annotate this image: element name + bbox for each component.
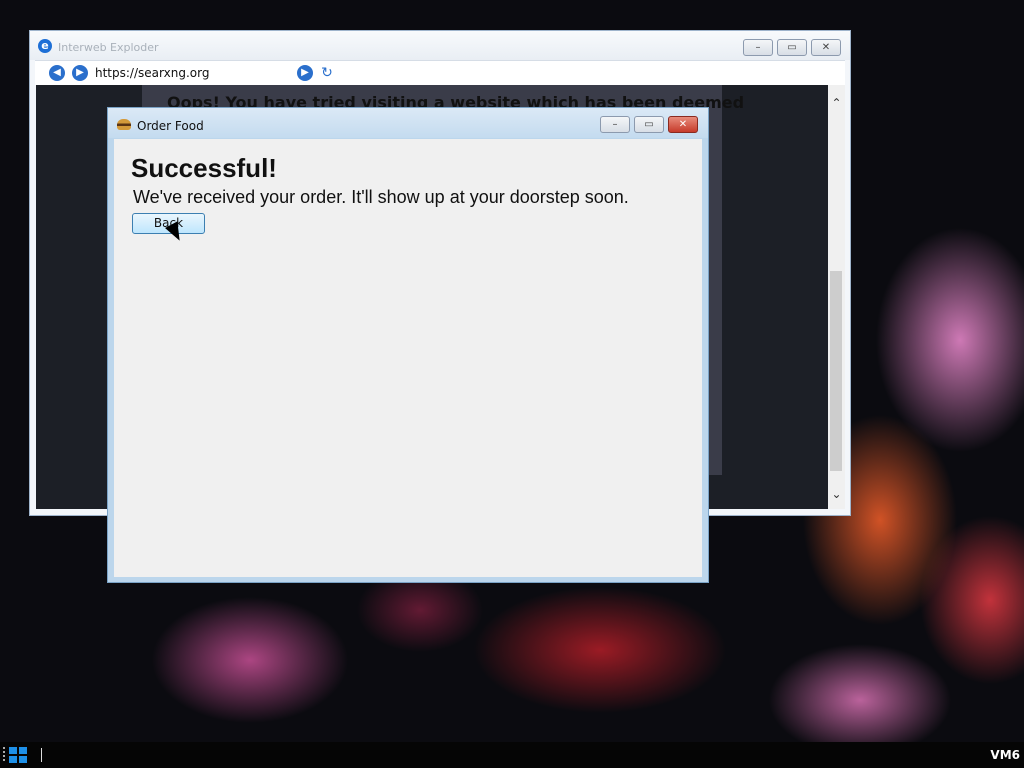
dialog-body: Successful! We've received your order. I… (114, 139, 702, 577)
browser-minimize-button[interactable]: – (743, 39, 773, 56)
vm-label: VM6 (990, 748, 1020, 762)
address-bar[interactable]: https://searxng.org (95, 66, 209, 80)
dialog-maximize-button[interactable]: ▭ (634, 116, 664, 133)
dialog-close-button[interactable]: ✕ (668, 116, 698, 133)
order-food-window: Order Food – ▭ ✕ Successful! We've recei… (107, 107, 709, 583)
forward-arrow-icon[interactable]: ▶ (72, 65, 88, 81)
browser-close-button[interactable]: ✕ (811, 39, 841, 56)
taskbar-separator (41, 748, 42, 762)
scroll-thumb[interactable] (830, 271, 842, 471)
go-arrow-icon[interactable]: ▶ (297, 65, 313, 81)
browser-titlebar[interactable]: e Interweb Exploder – ▭ ✕ (30, 31, 850, 60)
burger-icon (117, 119, 131, 130)
browser-scrollbar[interactable]: ⌃ ⌄ (828, 85, 845, 509)
scroll-up-icon[interactable]: ⌃ (828, 95, 845, 112)
browser-title: Interweb Exploder (58, 41, 159, 54)
browser-maximize-button[interactable]: ▭ (777, 39, 807, 56)
dialog-title: Order Food (137, 119, 204, 133)
order-message: We've received your order. It'll show up… (133, 187, 629, 207)
scroll-down-icon[interactable]: ⌄ (828, 486, 845, 503)
browser-toolbar: ◀ ▶ https://searxng.org ▶ ↻ (35, 60, 845, 85)
back-arrow-icon[interactable]: ◀ (49, 65, 65, 81)
refresh-icon[interactable]: ↻ (319, 65, 335, 81)
taskbar-grip (3, 747, 5, 763)
windows-start-icon[interactable] (9, 747, 27, 763)
dialog-titlebar[interactable]: Order Food – ▭ ✕ (108, 108, 708, 138)
ie-logo-icon: e (38, 39, 52, 53)
taskbar: VM6 (0, 742, 1024, 768)
success-heading: Successful! (131, 153, 277, 183)
dialog-minimize-button[interactable]: – (600, 116, 630, 133)
